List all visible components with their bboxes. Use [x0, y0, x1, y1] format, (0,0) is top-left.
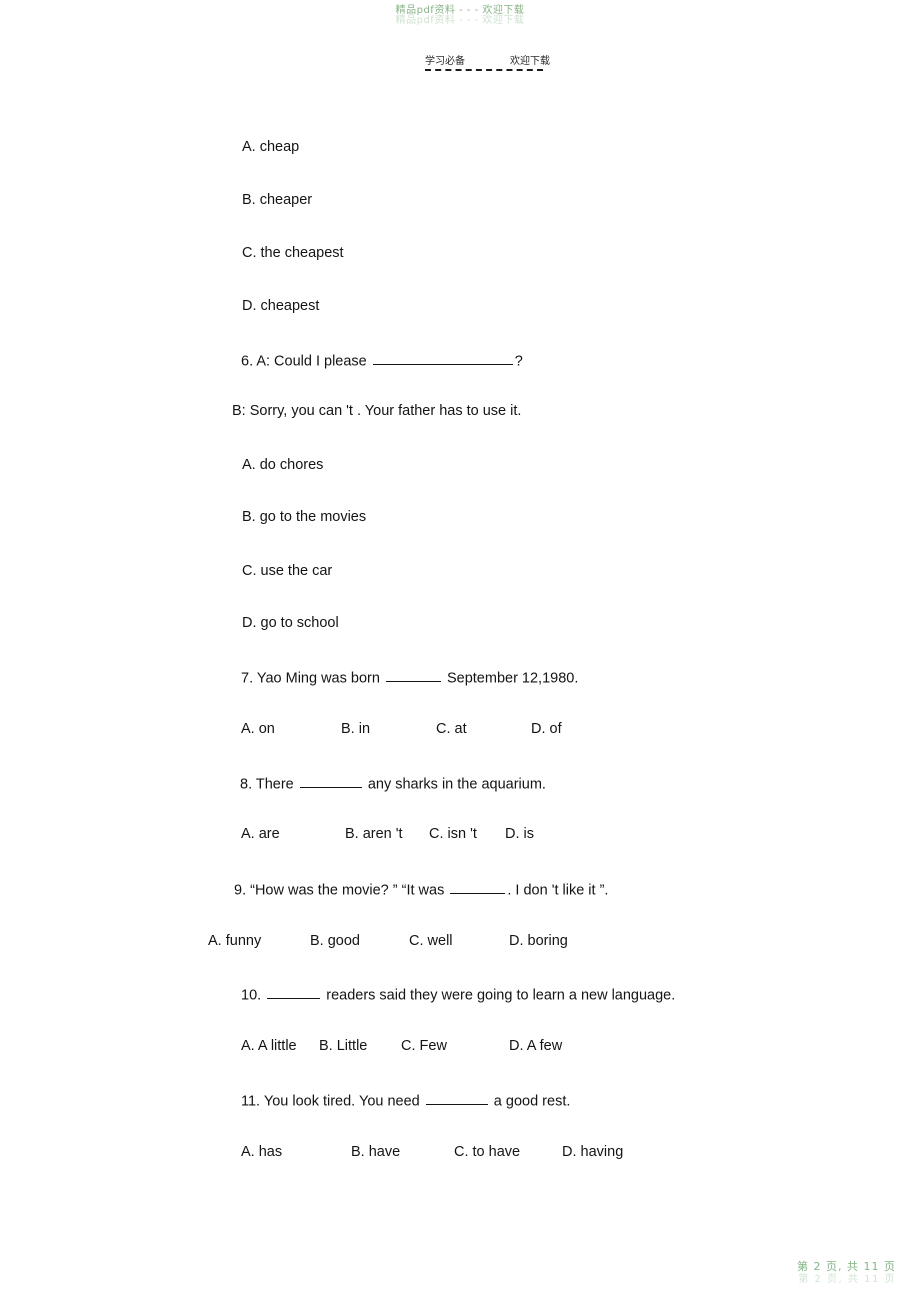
option-item: C. isn 't — [429, 826, 477, 842]
question-6-stem-post: ? — [514, 353, 523, 370]
question-9-options: A. funny B. good C. well D. boring — [208, 933, 568, 949]
question-10-options: A. A little B. Little C. Few D. A few — [241, 1038, 562, 1054]
option-item: C. well — [409, 933, 453, 949]
answer-blank — [267, 985, 321, 1000]
question-11-stem-post: a good rest. — [493, 1093, 571, 1110]
running-header: 学习必备 欢迎下载 — [425, 52, 550, 71]
top-watermark-shadow: 精品pdf资料 - - - 欢迎下载 — [395, 15, 525, 26]
question-7-stem-pre: 7. Yao Ming was born — [241, 670, 380, 687]
question-11-options: A. has B. have C. to have D. having — [241, 1144, 623, 1160]
option-item: B. aren 't — [345, 826, 403, 842]
option-item: C. Few — [401, 1038, 447, 1054]
question-7-options: A. on B. in C. at D. of — [241, 721, 562, 737]
document-page: 精品pdf资料 - - - 欢迎下载 精品pdf资料 - - - 欢迎下载 学习… — [0, 0, 920, 1303]
question-6-stem: 6. A: Could I please ? — [241, 351, 523, 371]
question-7-stem: 7. Yao Ming was born September 12,1980. — [241, 668, 578, 688]
header-left-label: 学习必备 — [425, 56, 465, 67]
page-number-watermark-shadow: 第 2 页, 共 11 页 — [798, 1274, 896, 1285]
option-item: C. use the car — [242, 563, 333, 579]
option-item: A. has — [241, 1144, 283, 1160]
answer-blank — [372, 351, 513, 366]
question-9-stem-pre: 9. “How was the movie? ” “It was — [234, 882, 445, 899]
option-item: C. the cheapest — [242, 245, 344, 261]
option-item: A. cheap — [242, 139, 300, 155]
option-item: B. have — [351, 1144, 401, 1160]
question-8-options: A. are B. aren 't C. isn 't D. is — [241, 826, 534, 842]
question-11-stem: 11. You look tired. You need a good rest… — [241, 1091, 570, 1111]
question-10-stem: 10. readers said they were going to lear… — [241, 985, 675, 1005]
option-item: A. do chores — [242, 457, 324, 473]
question-6-stem-pre: 6. A: Could I please — [241, 353, 367, 370]
question-8-stem: 8. There any sharks in the aquarium. — [240, 774, 546, 794]
option-item: B. go to the movies — [242, 509, 367, 525]
answer-blank — [299, 774, 362, 789]
question-8-stem-pre: 8. There — [240, 776, 294, 793]
option-item: D. of — [531, 721, 562, 737]
option-item: D. go to school — [242, 615, 339, 631]
question-9-stem: 9. “How was the movie? ” “It was . I don… — [234, 880, 608, 900]
option-item: A. funny — [208, 933, 262, 949]
option-item: A. are — [241, 826, 280, 842]
question-11-stem-pre: 11. You look tired. You need — [241, 1093, 420, 1110]
option-item: C. at — [436, 721, 467, 737]
header-right-label: 欢迎下载 — [510, 56, 550, 67]
header-dashed-rule — [425, 69, 543, 71]
question-6-reply: B: Sorry, you can 't . Your father has t… — [232, 403, 522, 419]
option-item: D. A few — [509, 1038, 563, 1054]
question-7-stem-post: September 12,1980. — [446, 670, 579, 687]
option-item: D. boring — [509, 933, 568, 949]
answer-blank — [425, 1091, 488, 1106]
option-item: B. in — [341, 721, 371, 737]
answer-blank — [385, 668, 441, 683]
option-item: D. is — [505, 826, 534, 842]
option-item: D. cheapest — [242, 298, 320, 314]
option-item: A. on — [241, 721, 275, 737]
option-item: B. Little — [319, 1038, 368, 1054]
option-item: D. having — [562, 1144, 624, 1160]
option-item: B. cheaper — [242, 192, 313, 208]
option-item: B. good — [310, 933, 360, 949]
question-10-stem-pre: 10. — [241, 987, 262, 1004]
option-item: C. to have — [454, 1144, 521, 1160]
question-10-stem-post: readers said they were going to learn a … — [326, 987, 676, 1004]
question-9-stem-post: . I don 't like it ”. — [507, 882, 609, 899]
answer-blank — [450, 880, 506, 895]
question-8-stem-post: any sharks in the aquarium. — [367, 776, 546, 793]
option-item: A. A little — [241, 1038, 297, 1054]
